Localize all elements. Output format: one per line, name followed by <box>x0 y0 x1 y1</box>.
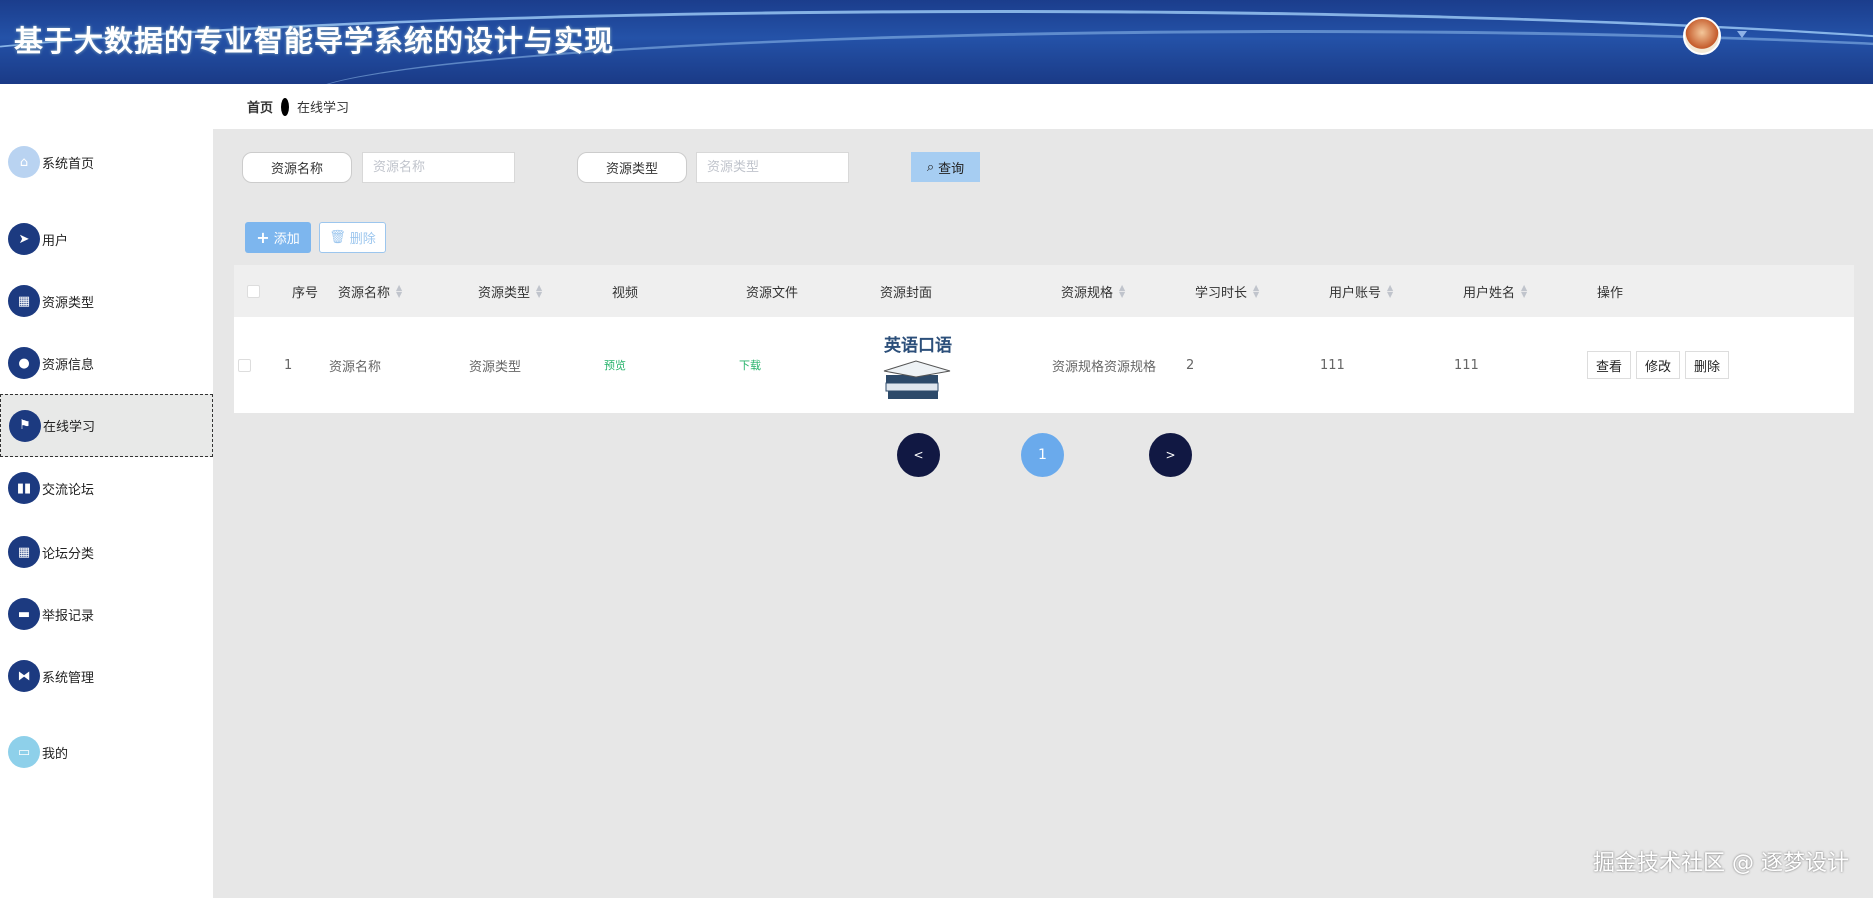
grid-icon: ▦ <box>8 536 40 568</box>
sidebar-item-label: 论坛分类 <box>42 546 95 562</box>
flag-icon: ⚑ <box>9 409 41 442</box>
search-icon: ⌕ <box>926 159 935 174</box>
select-all-checkbox[interactable] <box>247 284 260 298</box>
add-button[interactable]: + 添加 <box>245 222 311 253</box>
card-icon: ▭ <box>8 736 40 768</box>
sidebar-item-online-learning[interactable]: ⚑ 在线学习 <box>0 394 213 457</box>
prev-page-button[interactable]: < <box>897 433 940 477</box>
sidebar: ⌂ 系统首页 ➤ 用户 ▦ 资源类型 ● 资源信息 ⚑ 在线学习 ▮▮ 交流论坛 ▦ 论坛分类… <box>0 84 213 898</box>
edit-button[interactable]: 修改 <box>1636 351 1681 379</box>
breadcrumb-separator <box>281 97 290 116</box>
view-button[interactable]: 查看 <box>1587 351 1632 379</box>
row-duration: 2 <box>1186 357 1195 373</box>
monitor-icon: ▬ <box>8 598 40 630</box>
books-icon: ▮▮ <box>8 472 40 504</box>
sidebar-item-resource-type[interactable]: ▦ 资源类型 <box>0 270 213 332</box>
col-type[interactable]: 资源类型 ▲ ▼ <box>478 265 544 317</box>
col-video: 视频 <box>612 285 639 301</box>
table-row: 1 资源名称 资源类型 预览 下载 英语口语 资源规格资源规格 2 111 11… <box>234 317 1854 413</box>
sidebar-item-users[interactable]: ➤ 用户 <box>0 208 213 270</box>
sort-icon[interactable]: ▲ ▼ <box>1119 284 1127 299</box>
col-spec[interactable]: 资源规格 ▲ ▼ <box>1061 265 1127 317</box>
col-index: 序号 <box>292 285 319 301</box>
sidebar-item-label: 在线学习 <box>43 420 96 435</box>
location-pin-icon: ● <box>8 347 40 379</box>
sidebar-item-label: 举报记录 <box>42 608 95 624</box>
sort-icon[interactable]: ▲ ▼ <box>1387 284 1395 299</box>
delete-label: 删除 <box>349 232 376 247</box>
col-cover: 资源封面 <box>880 285 933 301</box>
app-header: 基于大数据的专业智能导学系统的设计与实现 <box>0 0 1873 84</box>
sidebar-item-label: 我的 <box>42 746 69 762</box>
resource-type-label: 资源类型 <box>577 152 687 183</box>
home-icon: ⌂ <box>8 146 40 178</box>
sidebar-item-forum-category[interactable]: ▦ 论坛分类 <box>0 521 213 583</box>
row-checkbox[interactable] <box>238 358 251 372</box>
add-label: 添加 <box>273 232 300 247</box>
col-account[interactable]: 用户账号 ▲ ▼ <box>1329 265 1395 317</box>
download-link[interactable]: 下载 <box>739 317 761 413</box>
cover-text: 英语口语 <box>884 336 952 356</box>
preview-link[interactable]: 预览 <box>604 317 626 413</box>
query-button[interactable]: ⌕ 查询 <box>911 152 980 182</box>
data-table: 序号 资源名称 ▲ ▼ 资源类型 ▲ ▼ 视频 资源文件 资源封面 资源规格 ▲ ▼ 学习时… <box>234 265 1854 413</box>
sidebar-item-system-management[interactable]: ⧓ 系统管理 <box>0 645 213 707</box>
breadcrumb-current: 在线学习 <box>297 101 350 116</box>
resource-name-input[interactable] <box>362 152 515 183</box>
grid-icon: ▦ <box>8 285 40 317</box>
sidebar-item-label: 交流论坛 <box>42 482 95 498</box>
row-name: 资源名称 <box>329 359 382 375</box>
ticket-icon: ⧓ <box>8 660 40 692</box>
row-type: 资源类型 <box>469 359 522 375</box>
user-avatar[interactable] <box>1683 17 1721 55</box>
row-delete-button[interactable]: 删除 <box>1685 351 1730 379</box>
page-1-button[interactable]: 1 <box>1021 433 1064 477</box>
breadcrumb: 首页 在线学习 <box>213 84 1873 129</box>
sidebar-item-forum[interactable]: ▮▮ 交流论坛 <box>0 457 213 519</box>
sidebar-item-reports[interactable]: ▬ 举报记录 <box>0 583 213 645</box>
query-label: 查询 <box>938 160 965 176</box>
plus-icon: + <box>256 228 270 247</box>
row-index: 1 <box>284 357 293 373</box>
row-account: 111 <box>1320 357 1345 373</box>
cover-image: 英语口语 <box>876 325 960 405</box>
col-username[interactable]: 用户姓名 ▲ ▼ <box>1463 265 1529 317</box>
row-spec: 资源规格资源规格 <box>1052 359 1157 375</box>
app-title: 基于大数据的专业智能导学系统的设计与实现 <box>14 24 615 58</box>
trash-icon: 🗑 <box>329 230 346 245</box>
table-header: 序号 资源名称 ▲ ▼ 资源类型 ▲ ▼ 视频 资源文件 资源封面 资源规格 ▲ ▼ 学习时… <box>234 265 1854 317</box>
chevron-down-icon[interactable] <box>1737 31 1747 38</box>
row-username: 111 <box>1454 357 1479 373</box>
sort-icon[interactable]: ▲ ▼ <box>1521 284 1529 299</box>
delete-button[interactable]: 🗑 删除 <box>319 222 386 253</box>
next-page-button[interactable]: > <box>1149 433 1192 477</box>
resource-name-label: 资源名称 <box>242 152 352 183</box>
watermark: 掘金技术社区 @ 逐梦设计 <box>1593 851 1849 876</box>
paper-plane-icon: ➤ <box>8 223 40 255</box>
sort-icon[interactable]: ▲ ▼ <box>396 284 404 299</box>
sort-icon[interactable]: ▲ ▼ <box>536 284 544 299</box>
col-duration[interactable]: 学习时长 ▲ ▼ <box>1195 265 1261 317</box>
sidebar-item-label: 资源类型 <box>42 295 95 311</box>
breadcrumb-home[interactable]: 首页 <box>247 97 273 116</box>
sidebar-item-mine[interactable]: ▭ 我的 <box>0 721 213 783</box>
sidebar-item-label: 系统首页 <box>42 156 95 172</box>
sidebar-item-label: 资源信息 <box>42 357 95 373</box>
col-file: 资源文件 <box>746 285 799 301</box>
sidebar-item-label: 系统管理 <box>42 670 95 686</box>
sidebar-item-label: 用户 <box>42 233 69 249</box>
col-name[interactable]: 资源名称 ▲ ▼ <box>338 265 404 317</box>
col-actions: 操作 <box>1597 285 1624 301</box>
sort-icon[interactable]: ▲ ▼ <box>1253 284 1261 299</box>
sidebar-item-home[interactable]: ⌂ 系统首页 <box>0 131 213 193</box>
sidebar-item-resource-info[interactable]: ● 资源信息 <box>0 332 213 394</box>
resource-type-input[interactable] <box>696 152 849 183</box>
